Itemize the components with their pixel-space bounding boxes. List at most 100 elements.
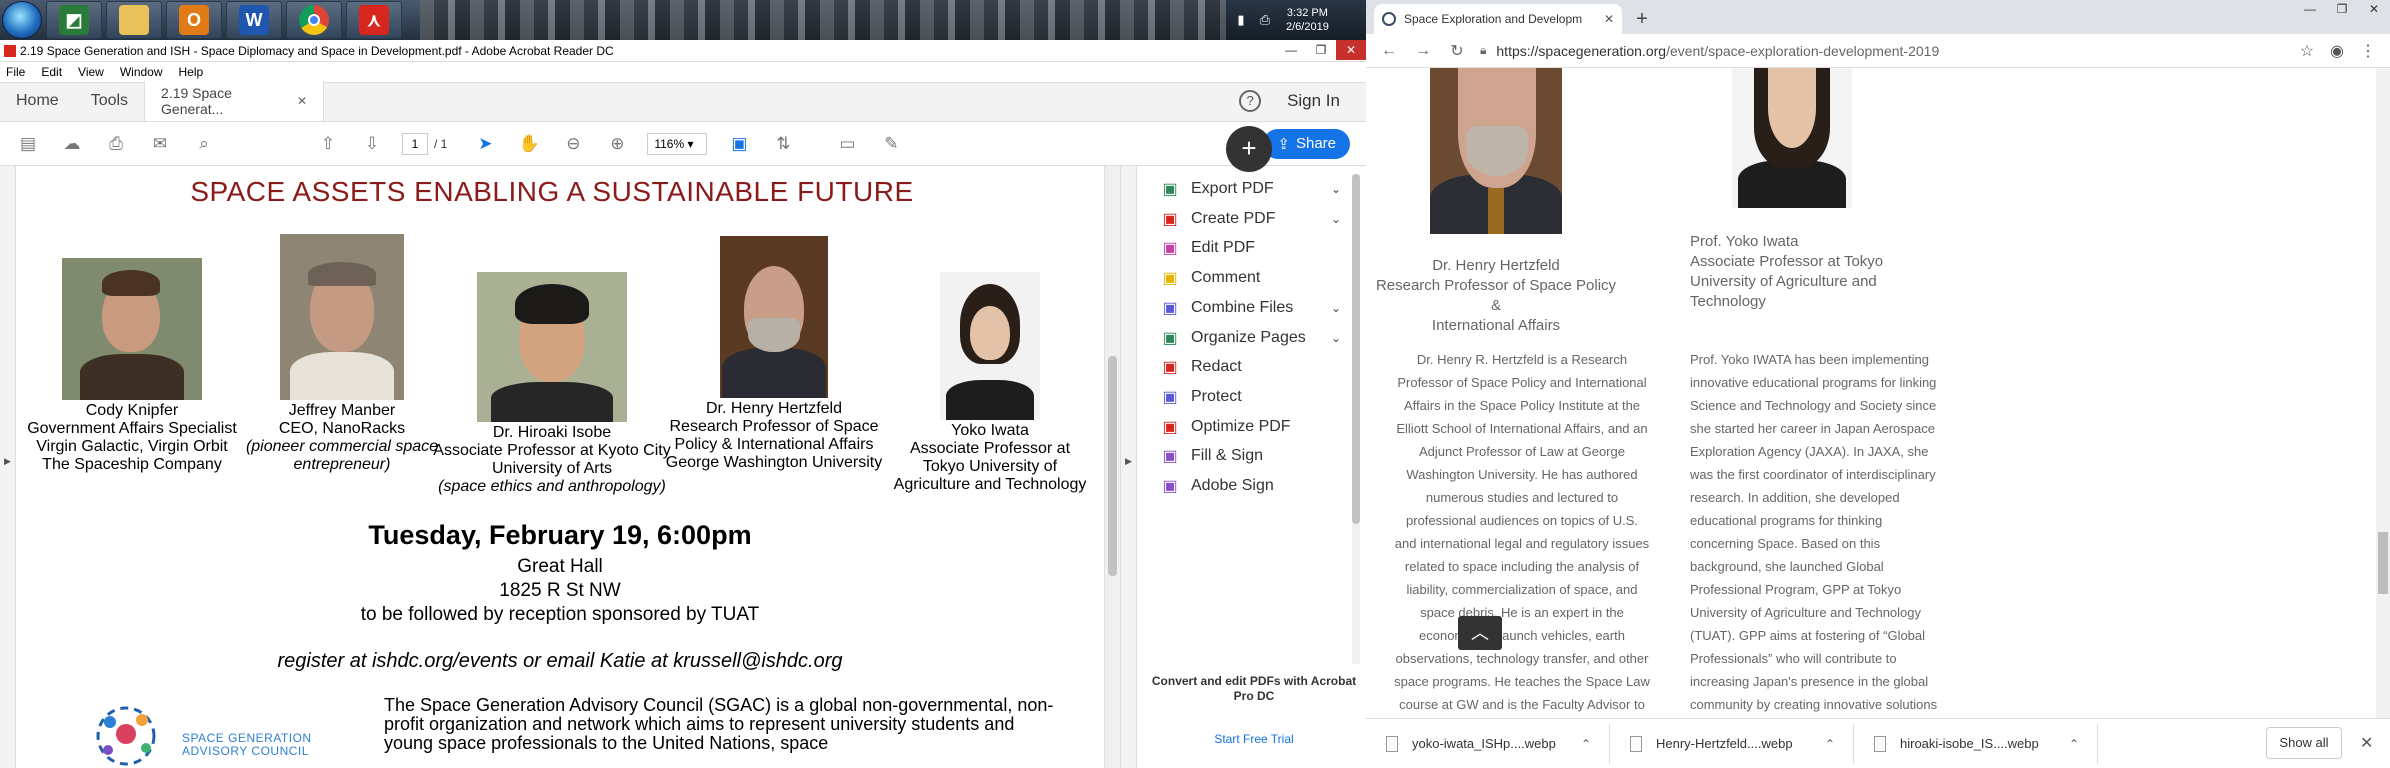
- page-number-input[interactable]: 1: [402, 132, 428, 155]
- tool-export-pdf[interactable]: ▣ Export PDF ⌄: [1159, 174, 1341, 204]
- download-menu-icon[interactable]: ⌃: [2069, 737, 2079, 751]
- help-icon[interactable]: ?: [1239, 90, 1262, 112]
- chevron-down-icon[interactable]: ⌄: [1331, 301, 1341, 315]
- page-scrollbar-thumb[interactable]: [2378, 532, 2388, 594]
- bio-line: Professor of Space Policy and Internatio…: [1397, 375, 1647, 390]
- taskbar-acrobat[interactable]: ⋏: [346, 1, 402, 39]
- pdf-document[interactable]: ▶ SPACE ASSETS ENABLING A SUSTAINABLE FU…: [0, 166, 1120, 768]
- download-item[interactable]: Henry-Hertzfeld....webp ⌃: [1610, 723, 1854, 764]
- tab-document[interactable]: 2.19 Space Generat... ✕: [144, 81, 325, 121]
- zoom-select[interactable]: 116% ▾: [647, 132, 708, 155]
- folder-icon: [119, 5, 149, 35]
- file-icon: [1386, 735, 1398, 752]
- menu-edit[interactable]: Edit: [41, 65, 62, 79]
- forward-icon[interactable]: →: [1412, 42, 1434, 60]
- tool-adobe-sign[interactable]: ▣ Adobe Sign: [1159, 471, 1273, 501]
- save-icon[interactable]: ▤: [14, 130, 42, 158]
- chrome-icon: [299, 5, 329, 35]
- reload-icon[interactable]: ↻: [1446, 41, 1468, 61]
- tool-redact[interactable]: ▣ Redact: [1159, 352, 1241, 382]
- zoom-in-icon[interactable]: ⊕: [603, 130, 631, 158]
- taskbar-chrome[interactable]: [286, 1, 342, 39]
- download-menu-icon[interactable]: ⌃: [1825, 737, 1835, 751]
- upload-icon[interactable]: ☁: [58, 130, 86, 158]
- share-button[interactable]: ⇪ Share: [1263, 128, 1350, 159]
- address-bar[interactable]: 🔒︎ https://spacegeneration.org /event/sp…: [1480, 43, 2300, 59]
- menu-view[interactable]: View: [78, 65, 104, 79]
- document-scrollbar[interactable]: [1104, 166, 1120, 768]
- scroll-mode-icon[interactable]: ⇅: [769, 130, 797, 158]
- new-tab-button[interactable]: +: [1628, 5, 1656, 33]
- event-address: 1825 R St NW: [499, 580, 621, 601]
- maximize-button[interactable]: ❐: [1306, 40, 1336, 60]
- email-icon[interactable]: ✉: [146, 130, 174, 158]
- floating-add-button[interactable]: +: [1226, 126, 1272, 172]
- taskbar-file-manager[interactable]: ◩: [46, 1, 102, 39]
- print-icon[interactable]: ⎙: [102, 130, 130, 158]
- taskbar-outlook[interactable]: O: [166, 1, 222, 39]
- menu-help[interactable]: Help: [179, 65, 204, 79]
- menu-file[interactable]: File: [6, 65, 25, 79]
- speaker-jeffrey-manber: Jeffrey Manber CEO, NanoRacks (pioneer c…: [236, 234, 448, 474]
- close-download-bar-icon[interactable]: ✕: [2360, 733, 2373, 753]
- download-item[interactable]: yoko-iwata_ISHp....webp ⌃: [1366, 723, 1610, 764]
- left-pane-toggle[interactable]: ▶: [0, 166, 16, 768]
- chrome-menu-icon[interactable]: ⋮: [2360, 41, 2376, 61]
- redact-icon: ▣: [1162, 359, 1178, 377]
- tool-label: Optimize PDF: [1191, 417, 1291, 435]
- tools-scrollbar[interactable]: [1352, 174, 1360, 664]
- chevron-down-icon[interactable]: ⌄: [1331, 212, 1341, 226]
- speaker-photo: [62, 258, 202, 400]
- chevron-down-icon[interactable]: ⌄: [1331, 331, 1341, 345]
- previous-page-icon[interactable]: ⇧: [314, 130, 342, 158]
- sign-in-link[interactable]: Sign In: [1287, 91, 1340, 111]
- tools-scrollbar-thumb[interactable]: [1352, 174, 1360, 524]
- download-item[interactable]: hiroaki-isobe_IS....webp ⌃: [1854, 723, 2098, 764]
- fit-page-icon[interactable]: ▣: [725, 130, 753, 158]
- minimize-button[interactable]: —: [2294, 0, 2326, 20]
- close-button[interactable]: ✕: [1336, 40, 1366, 60]
- tool-edit-pdf[interactable]: ▣ Edit PDF: [1159, 233, 1255, 263]
- speaker-henry-hertzfeld: Dr. Henry Hertzfeld Research Professor o…: [660, 236, 888, 472]
- zoom-out-icon[interactable]: ⊖: [559, 130, 587, 158]
- close-button[interactable]: ✕: [2358, 0, 2390, 20]
- comment-tool-icon[interactable]: ▭: [833, 130, 861, 158]
- browser-tab[interactable]: Space Exploration and Developm ✕: [1374, 4, 1622, 34]
- tool-create-pdf[interactable]: ▣ Create PDF ⌄: [1159, 204, 1341, 234]
- profile-icon[interactable]: ◉: [2330, 41, 2344, 61]
- windows-start-button[interactable]: [2, 1, 42, 39]
- system-clock[interactable]: 3:32 PM 2/6/2019: [1286, 6, 1329, 34]
- select-cursor-icon[interactable]: ➤: [471, 130, 499, 158]
- tab-tools[interactable]: Tools: [75, 81, 144, 121]
- taskbar-word[interactable]: W: [226, 1, 282, 39]
- network-icon[interactable]: ▮: [1232, 13, 1250, 27]
- scrollbar-thumb[interactable]: [1108, 356, 1117, 576]
- close-tab-icon[interactable]: ✕: [297, 94, 307, 108]
- tool-combine-files[interactable]: ▣ Combine Files ⌄: [1159, 293, 1341, 323]
- bookmark-star-icon[interactable]: ☆: [2300, 41, 2314, 61]
- minimize-button[interactable]: —: [1276, 40, 1306, 60]
- draw-tool-icon[interactable]: ✎: [877, 130, 905, 158]
- tools-pane-toggle[interactable]: ▶: [1121, 166, 1137, 768]
- tool-comment[interactable]: ▣ Comment: [1159, 263, 1260, 293]
- back-icon[interactable]: ←: [1378, 42, 1400, 60]
- chevron-down-icon[interactable]: ⌄: [1331, 182, 1341, 196]
- close-tab-icon[interactable]: ✕: [1604, 12, 1614, 26]
- start-free-trial-link[interactable]: Start Free Trial: [1141, 732, 1367, 746]
- page-scrollbar[interactable]: [2376, 68, 2390, 718]
- maximize-button[interactable]: ❐: [2326, 0, 2358, 20]
- tool-optimize-pdf[interactable]: ▣ Optimize PDF: [1159, 412, 1291, 442]
- hand-tool-icon[interactable]: ✋: [515, 130, 543, 158]
- taskbar-folder[interactable]: [106, 1, 162, 39]
- download-menu-icon[interactable]: ⌃: [1581, 737, 1591, 751]
- printer-icon[interactable]: ⎙: [1256, 13, 1274, 27]
- show-all-downloads-button[interactable]: Show all: [2266, 727, 2342, 759]
- scroll-to-top-button[interactable]: ︿: [1458, 616, 1502, 650]
- tool-organize-pages[interactable]: ▣ Organize Pages ⌄: [1159, 323, 1341, 353]
- menu-window[interactable]: Window: [120, 65, 163, 79]
- tool-fill-sign[interactable]: ▣ Fill & Sign: [1159, 441, 1263, 471]
- search-icon[interactable]: ⌕: [190, 130, 218, 158]
- tab-home[interactable]: Home: [0, 81, 75, 121]
- next-page-icon[interactable]: ⇩: [358, 130, 386, 158]
- tool-protect[interactable]: ▣ Protect: [1159, 382, 1241, 412]
